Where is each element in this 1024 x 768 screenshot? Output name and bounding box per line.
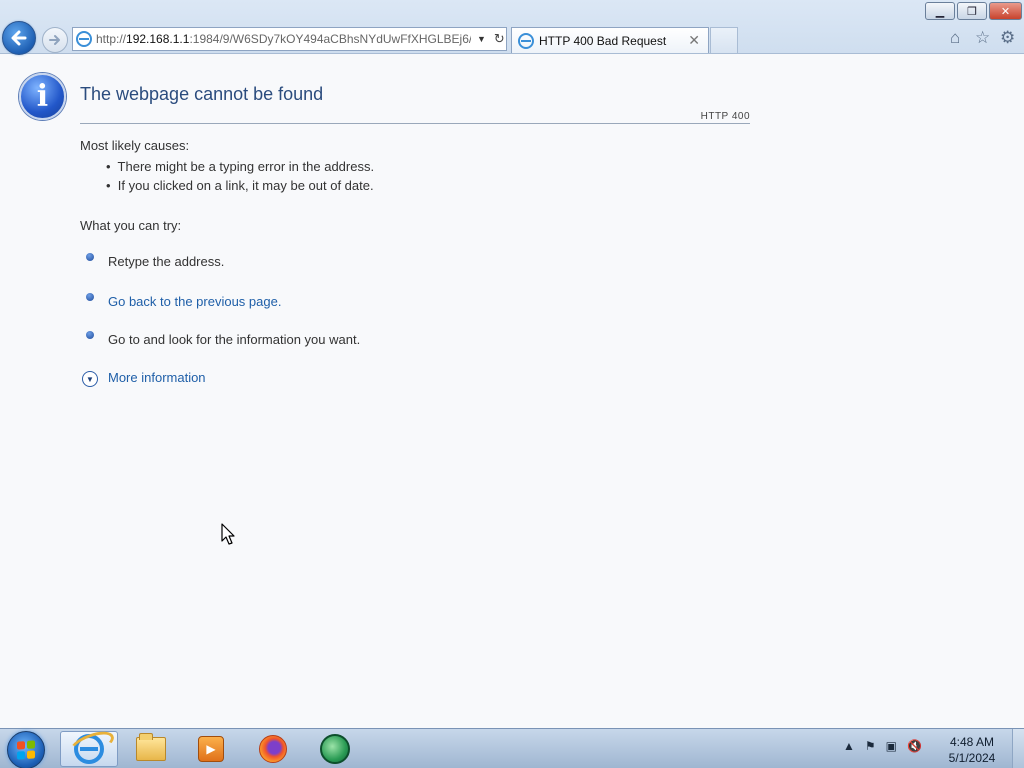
clock-time: 4:48 AM [949,735,995,749]
tab-close-icon[interactable]: ✕ [688,32,700,49]
system-tray: ▲ ⚑ ▣ 🔇 [843,739,922,753]
internet-explorer-icon [74,734,104,764]
action-center-flag-icon[interactable]: ⚑ [865,739,876,753]
restore-button[interactable]: ❐ [957,2,987,20]
go-back-link[interactable]: Go back to the previous page. [108,294,281,309]
firefox-icon [259,735,287,763]
gear-icon[interactable]: ⚙ [1000,28,1015,48]
taskbar-green-app[interactable] [306,731,364,767]
close-window-button[interactable]: ✕ [989,2,1022,20]
info-icon: i [19,73,66,120]
address-dropdown-icon[interactable]: ▼ [477,34,486,44]
tab-http-400[interactable]: HTTP 400 Bad Request ✕ [511,27,709,53]
try-go-to: Go to and look for the information you w… [108,332,361,347]
folder-icon [136,733,166,761]
forward-button[interactable] [42,27,68,53]
page-title: The webpage cannot be found [80,84,324,104]
ie-tab-icon [518,32,534,49]
bullet-icon [86,253,94,261]
causes-heading: Most likely causes: [80,138,190,153]
more-information-link[interactable]: More information [108,370,206,385]
refresh-icon[interactable]: ↻ [494,31,505,47]
ie-page-icon [76,31,92,47]
title-divider [80,123,750,124]
star-icon[interactable]: ☆ [975,28,990,48]
taskbar: ▶ ▲ ⚑ ▣ 🔇 4:48 AM 5/1/2024 [0,728,1024,768]
address-url[interactable]: http://192.168.1.1:1984/9/W6SDy7kOY494aC… [96,32,471,46]
address-bar[interactable]: http://192.168.1.1:1984/9/W6SDy7kOY494aC… [72,27,507,51]
tab-title: HTTP 400 Bad Request [539,33,667,48]
volume-muted-icon[interactable]: 🔇 [907,739,922,753]
try-heading: What you can try: [80,218,182,233]
try-retype-address: Retype the address. [108,254,225,269]
bullet-icon [86,331,94,339]
cause-item: • There might be a typing error in the a… [106,159,375,174]
taskbar-file-explorer[interactable] [122,731,180,767]
clock-date: 5/1/2024 [948,751,996,765]
expand-chevron-icon[interactable]: ▼ [82,371,98,387]
browser-toolbar: http://192.168.1.1:1984/9/W6SDy7kOY494aC… [0,0,1024,55]
back-button[interactable] [2,21,36,55]
windows-logo-icon [17,740,35,760]
taskbar-media-player[interactable]: ▶ [182,731,240,767]
taskbar-firefox[interactable] [244,731,302,767]
show-desktop-button[interactable] [1012,729,1024,768]
taskbar-internet-explorer[interactable] [60,731,118,767]
new-tab-button[interactable] [710,27,738,53]
network-icon[interactable]: ▣ [886,739,897,753]
minimize-button[interactable]: ▁ [925,2,955,20]
bullet-icon [86,293,94,301]
http-status-code: HTTP 400 [700,111,750,122]
back-arrow-icon [11,30,27,46]
cause-item: • If you clicked on a link, it may be ou… [106,178,374,193]
green-app-icon [320,734,350,764]
taskbar-clock[interactable]: 4:48 AM 5/1/2024 [944,734,1000,766]
mouse-cursor-icon [221,523,235,545]
forward-arrow-icon [49,35,60,45]
show-hidden-icons-icon[interactable]: ▲ [843,739,855,753]
home-icon[interactable]: ⌂ [950,28,960,48]
start-button[interactable] [7,731,45,768]
media-player-icon: ▶ [198,736,224,762]
